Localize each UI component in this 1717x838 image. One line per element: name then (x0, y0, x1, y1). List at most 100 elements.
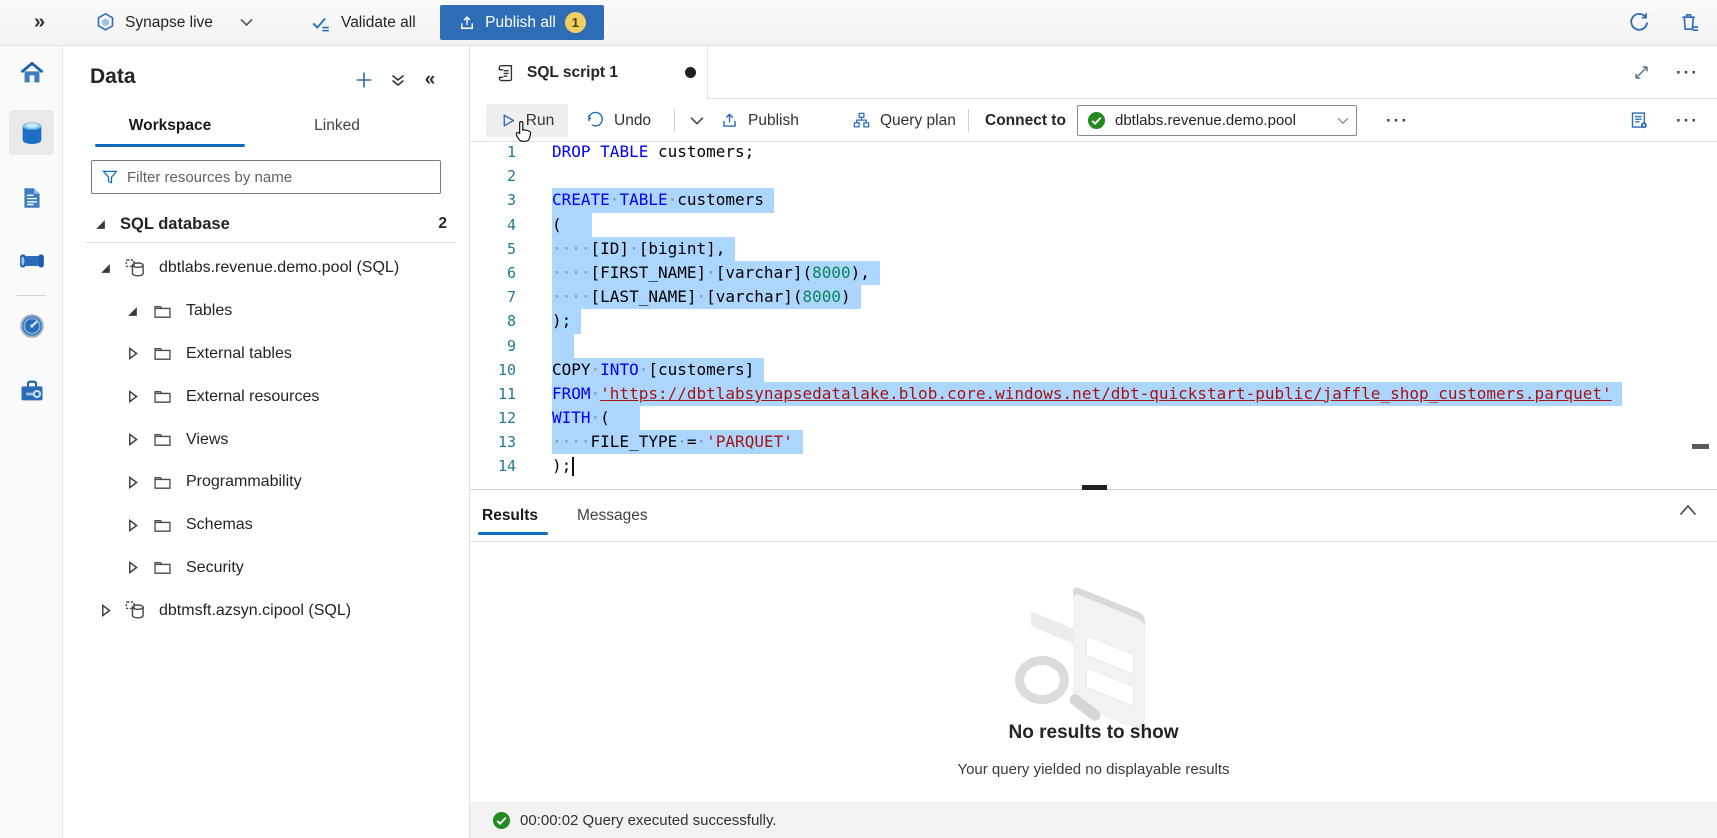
collapse-panel-icon[interactable]: « (418, 68, 442, 92)
data-panel-tabs: Workspace Linked (63, 108, 469, 148)
toolbar-more-icon[interactable]: ··· (1380, 99, 1415, 142)
magnifier-icon (1015, 656, 1069, 704)
tree-root-label: SQL database (120, 215, 230, 234)
synapse-mode-selector[interactable]: Synapse live (95, 0, 253, 45)
tree-expander-icon[interactable] (124, 476, 140, 489)
tree-item-views[interactable]: Views (63, 418, 469, 461)
tree-item-icon (149, 557, 175, 578)
tree-expander-icon[interactable] (124, 347, 140, 360)
properties-icon[interactable] (1629, 110, 1650, 131)
collapse-results-chevron-icon[interactable] (1679, 504, 1697, 516)
code-line-3[interactable]: 3CREATE·TABLE·customers (470, 188, 1717, 212)
tab-messages[interactable]: Messages (577, 498, 648, 534)
expand-rail-icon[interactable]: » (34, 0, 43, 45)
nav-data-icon[interactable] (9, 110, 54, 155)
collapse-all-icon[interactable] (386, 68, 410, 92)
line-number: 11 (470, 382, 516, 406)
tree-item-dbtmsft-azsyn-cipool-sql[interactable]: dbtmsft.azsyn.cipool (SQL) (63, 589, 469, 632)
tab-sql-script[interactable]: SQL script 1 (470, 46, 708, 100)
tree-item-tables[interactable]: Tables (63, 290, 469, 333)
tree-expander-icon[interactable] (124, 305, 140, 318)
editor-more-icon[interactable]: ··· (1676, 111, 1699, 131)
tab-workspace[interactable]: Workspace (95, 108, 245, 144)
publish-count-badge: 1 (565, 12, 586, 33)
tree-item-dbtlabs-revenue-demo-pool-sql[interactable]: dbtlabs.revenue.demo.pool (SQL) (63, 247, 469, 290)
tree-expander-icon[interactable] (124, 519, 140, 532)
line-number: 9 (470, 334, 516, 358)
validate-all-button[interactable]: Validate all (310, 0, 416, 45)
filter-resources-input[interactable] (127, 169, 440, 186)
validate-check-icon (310, 12, 332, 34)
connect-to-label: Connect to (985, 99, 1066, 142)
filter-resources-box (91, 160, 441, 194)
results-panel: Results Messages No results to show Your… (470, 490, 1717, 802)
status-message: 00:00:02 Query executed successfully. (520, 812, 777, 829)
tab-results[interactable]: Results (482, 498, 538, 534)
code-editor[interactable]: 1DROP TABLE customers;23CREATE·TABLE·cus… (470, 140, 1717, 489)
code-line-13[interactable]: 13····FILE_TYPE·=·'PARQUET' (470, 430, 1717, 454)
tree-expander-icon[interactable] (124, 390, 140, 403)
nav-develop-icon[interactable] (9, 175, 54, 220)
tree-root-sql-database[interactable]: SQL database 2 (63, 206, 469, 242)
nav-monitor-icon[interactable] (9, 303, 54, 348)
code-line-7[interactable]: 7····[LAST_NAME]·[varchar](8000) (470, 285, 1717, 309)
expand-editor-icon[interactable] (1632, 63, 1651, 82)
tree-expander-icon[interactable] (97, 604, 113, 617)
data-explorer-panel: Data « Workspace Linked SQL database 2 d… (63, 46, 470, 838)
expanded-triangle-icon[interactable] (94, 218, 108, 231)
code-line-10[interactable]: 10COPY·INTO·[customers] (470, 358, 1717, 382)
active-tab-underline (478, 532, 548, 535)
code-line-12[interactable]: 12WITH·( (470, 406, 1717, 430)
undo-button[interactable]: Undo (580, 104, 657, 137)
code-line-2[interactable]: 2 (470, 164, 1717, 188)
line-number: 2 (470, 164, 516, 188)
empty-results-title: No results to show (470, 722, 1717, 744)
tree-item-external-tables[interactable]: External tables (63, 333, 469, 376)
rail-divider (17, 295, 46, 296)
tree-item-schemas[interactable]: Schemas (63, 504, 469, 547)
line-number: 1 (470, 140, 516, 164)
code-line-14[interactable]: 14); (470, 454, 1717, 478)
tab-linked[interactable]: Linked (262, 108, 412, 144)
tree-expander-icon[interactable] (124, 561, 140, 574)
query-plan-button[interactable]: Query plan (846, 104, 962, 137)
tree-item-security[interactable]: Security (63, 547, 469, 590)
publish-upload-icon (458, 14, 476, 32)
tree-item-external-resources[interactable]: External resources (63, 375, 469, 418)
code-line-1[interactable]: 1DROP TABLE customers; (470, 140, 1717, 164)
run-options-chevron-icon[interactable] (684, 104, 710, 137)
tree-expander-icon[interactable] (124, 433, 140, 446)
code-line-11[interactable]: 11FROM·'https://dbtlabsynapsedatalake.bl… (470, 382, 1717, 406)
tree-item-programmability[interactable]: Programmability (63, 461, 469, 504)
tree-expander-icon[interactable] (97, 262, 113, 275)
publish-all-button[interactable]: Publish all 1 (440, 5, 604, 40)
connect-to-dropdown[interactable]: dbtlabs.revenue.demo.pool (1077, 105, 1357, 136)
publish-label: Publish (748, 112, 799, 130)
publish-all-label: Publish all (485, 14, 556, 32)
nav-integrate-icon[interactable] (9, 238, 54, 283)
code-line-9[interactable]: 9 (470, 334, 1717, 358)
tree-items: dbtlabs.revenue.demo.pool (SQL) Tables E… (63, 247, 469, 632)
code-line-5[interactable]: 5····[ID]·[bigint], (470, 237, 1717, 261)
refresh-icon[interactable] (1627, 11, 1650, 34)
publish-button[interactable]: Publish (714, 104, 805, 137)
nav-manage-icon[interactable] (9, 368, 54, 413)
unsaved-changes-dot (685, 67, 696, 78)
code-line-6[interactable]: 6····[FIRST_NAME]·[varchar](8000), (470, 261, 1717, 285)
tree-item-icon (122, 598, 148, 623)
pool-status-icon (1087, 111, 1106, 130)
add-icon[interactable] (352, 68, 376, 92)
run-label: Run (526, 112, 554, 130)
discard-all-icon[interactable] (1678, 11, 1701, 34)
tree-item-icon (149, 515, 175, 536)
tree-item-label: Security (186, 559, 244, 577)
editor-scrollbar-handle[interactable] (1692, 444, 1709, 449)
tree-item-icon (149, 386, 175, 407)
code-line-4[interactable]: 4( (470, 213, 1717, 237)
code-line-8[interactable]: 8); (470, 309, 1717, 333)
nav-home-icon[interactable] (9, 50, 54, 95)
line-number: 10 (470, 358, 516, 382)
toolbar-divider (674, 109, 675, 132)
tab-more-icon[interactable]: ··· (1676, 63, 1699, 83)
run-button[interactable]: Run (486, 104, 568, 137)
